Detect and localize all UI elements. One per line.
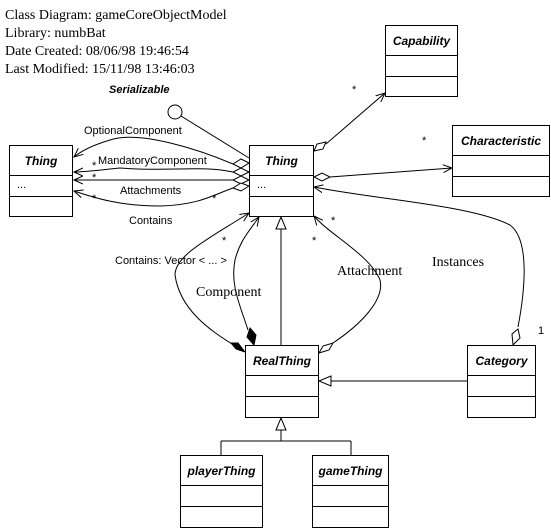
label-optional-component: OptionalComponent [84, 125, 182, 137]
class-name: Characteristic [453, 126, 549, 156]
multiplicity: 1 [538, 325, 545, 337]
class-attributes [246, 376, 318, 397]
aggregation-diamond-icon [312, 172, 332, 182]
class-name: Thing [10, 146, 72, 176]
multiplicity: * [422, 135, 427, 147]
class-category[interactable]: Category [467, 345, 536, 418]
generalization-triangle-icon [275, 215, 287, 230]
class-attributes [468, 376, 535, 397]
aggregation-diamond-icon [511, 328, 521, 347]
date-created: Date Created: 08/06/98 19:46:54 [5, 44, 189, 59]
aggregation-diamond-icon [231, 182, 251, 192]
class-gamething[interactable]: gameThing [312, 455, 389, 528]
class-name: Category [468, 346, 535, 376]
last-modified: Last Modified: 15/11/98 13:46:03 [5, 62, 195, 77]
class-operations [10, 197, 72, 216]
label-contains: Contains [129, 215, 173, 227]
class-playerthing[interactable]: playerThing [180, 455, 263, 528]
label-component: Component [196, 285, 262, 300]
label-instances: Instances [432, 255, 485, 270]
class-attributes: ... [10, 176, 72, 197]
diagram-title: Class Diagram: gameCoreObjectModel [5, 8, 227, 23]
class-attributes [181, 486, 262, 507]
class-operations [181, 507, 262, 526]
multiplicity: * [92, 172, 97, 184]
class-attributes: ... [250, 176, 313, 197]
association-component [233, 217, 259, 331]
association-mandatory-component [74, 167, 234, 172]
class-name: RealThing [246, 346, 318, 376]
class-name: gameThing [313, 456, 388, 486]
multiplicity: * [212, 193, 217, 205]
label-attachments: Attachments [120, 185, 182, 197]
multiplicity: * [92, 160, 97, 172]
aggregation-diamond-icon [317, 342, 335, 354]
composition-diamond-icon [246, 327, 257, 347]
composition-diamond-icon [229, 342, 247, 353]
class-name: Thing [250, 146, 313, 176]
label-attachment: Attachment [337, 264, 403, 279]
class-name: Capability [386, 26, 457, 56]
class-operations [246, 397, 318, 416]
multiplicity: * [331, 215, 336, 227]
aggregation-diamond-icon [313, 141, 327, 152]
class-operations [453, 177, 549, 196]
class-name: playerThing [181, 456, 262, 486]
class-realthing[interactable]: RealThing [245, 345, 319, 418]
generalization-triangle-icon [275, 416, 287, 431]
association-characteristic [329, 168, 452, 178]
class-characteristic[interactable]: Characteristic [452, 125, 550, 197]
library-label: Library: numbBat [5, 26, 106, 41]
serializable-label: Serializable [109, 84, 170, 96]
class-operations [386, 77, 457, 96]
class-operations [313, 507, 388, 526]
association-instances [314, 187, 525, 328]
class-operations [468, 397, 535, 416]
multiplicity: * [312, 235, 317, 247]
class-attributes [453, 156, 549, 177]
multiplicity: * [92, 193, 97, 205]
label-mandatory-component: MandatoryComponent [98, 155, 207, 167]
generalization-triangle-icon [317, 375, 332, 387]
association-contains-vector [174, 213, 249, 345]
label-contains-vector: Contains: Vector < ... > [115, 255, 227, 267]
association-capability [325, 93, 385, 145]
class-thing-left[interactable]: Thing ... [9, 145, 73, 217]
class-thing-center[interactable]: Thing ... [249, 145, 314, 217]
class-operations [250, 197, 313, 216]
aggregation-diamond-icon [231, 158, 251, 169]
serializable-interface-icon [167, 104, 183, 120]
multiplicity: * [222, 235, 227, 247]
class-attributes [386, 56, 457, 77]
class-attributes [313, 486, 388, 507]
aggregation-diamond-icon [231, 167, 251, 177]
multiplicity: * [352, 84, 357, 96]
realization-line-serializable [180, 115, 250, 159]
class-capability[interactable]: Capability [385, 25, 458, 97]
